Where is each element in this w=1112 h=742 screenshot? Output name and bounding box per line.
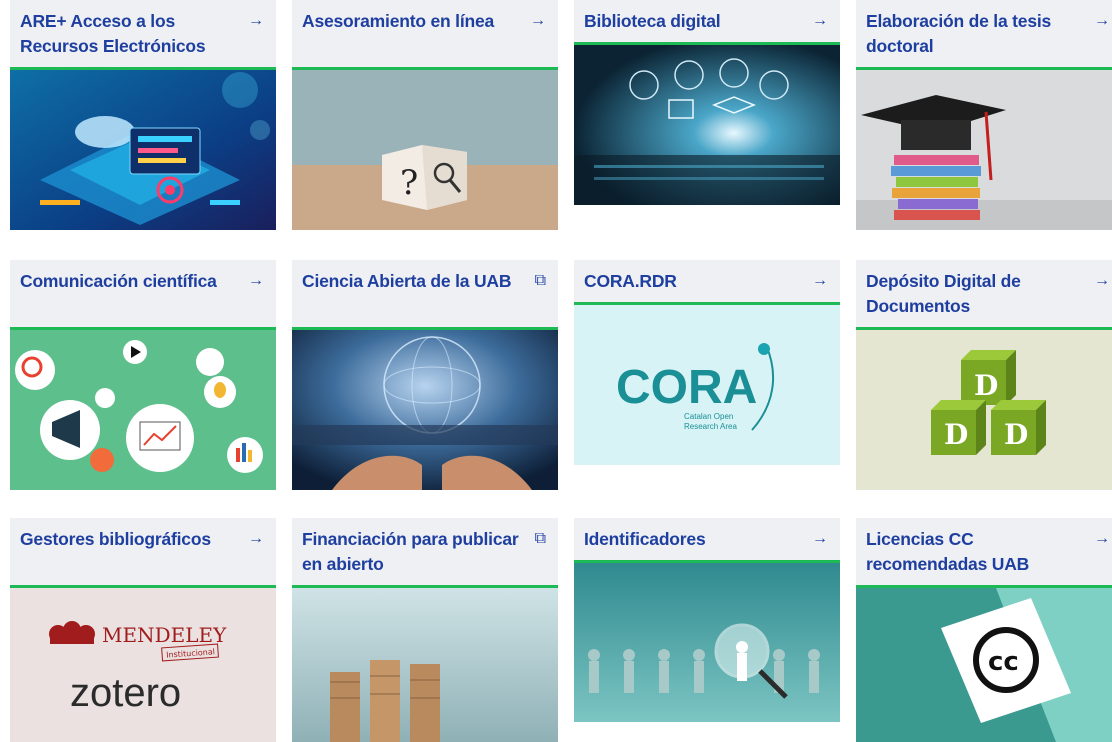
card-title: Identificadores	[584, 529, 706, 549]
cc-logo: cc	[988, 647, 1019, 677]
arrow-right-icon: →	[1094, 272, 1110, 289]
arrow-right-icon: →	[530, 12, 546, 29]
card-title: Comunicación científica	[20, 271, 217, 291]
card-header: Ciencia Abierta de la UAB ⧉	[292, 260, 558, 330]
arrow-right-icon: →	[248, 530, 264, 547]
card-header: Biblioteca digital →	[574, 0, 840, 45]
card-title: Ciencia Abierta de la UAB	[302, 271, 512, 291]
card-image-coin-stacks	[292, 588, 558, 742]
block-letter-top: D	[974, 369, 998, 402]
card-image-open-science-globe	[292, 330, 558, 490]
arrow-right-icon: →	[248, 272, 264, 289]
arrow-right-icon: →	[1094, 12, 1110, 29]
card-header: Depósito Digital de Documentos →	[856, 260, 1112, 330]
card-header: Asesoramiento en línea →	[292, 0, 558, 70]
block-letter-left: D	[944, 418, 968, 451]
card-image-reference-managers: MENDELEY Institucional zotero	[10, 588, 276, 742]
mendeley-logo: MENDELEY	[102, 623, 227, 647]
card-image-graduation-cap	[856, 70, 1112, 230]
card-title: ARE+ Acceso a los Recursos Electrónicos	[20, 11, 206, 56]
card-ciencia-abierta[interactable]: Ciencia Abierta de la UAB ⧉	[292, 260, 558, 490]
block-letter-right: D	[1004, 418, 1028, 451]
card-deposito-digital[interactable]: Depósito Digital de Documentos → D D D	[856, 260, 1112, 490]
card-are-plus[interactable]: ARE+ Acceso a los Recursos Electrónicos …	[10, 0, 276, 230]
arrow-right-icon: →	[1094, 530, 1110, 547]
zotero-logo: zotero	[70, 671, 181, 715]
card-comunicacion-cientifica[interactable]: Comunicación científica →	[10, 260, 276, 490]
card-image-cora-logo: CORA Catalan Open Research Area	[574, 305, 840, 465]
card-header: Financiación para publicar en abierto ⧉	[292, 518, 558, 588]
card-title: Depósito Digital de Documentos	[866, 271, 1021, 316]
question-mark: ?	[400, 163, 418, 203]
arrow-right-icon: →	[812, 12, 828, 29]
cora-logo-text: CORA	[616, 361, 757, 414]
card-header: ARE+ Acceso a los Recursos Electrónicos …	[10, 0, 276, 70]
card-header: Comunicación científica →	[10, 260, 276, 330]
card-header: CORA.RDR →	[574, 260, 840, 305]
arrow-right-icon: →	[812, 530, 828, 547]
arrow-right-icon: →	[248, 12, 264, 29]
card-title: Asesoramiento en línea	[302, 11, 495, 31]
card-header: Elaboración de la tesis doctoral →	[856, 0, 1112, 70]
card-image-question-cube: ?	[292, 70, 558, 230]
card-image-creative-commons: cc	[856, 588, 1112, 742]
card-image-digital-library	[574, 45, 840, 205]
card-financiacion[interactable]: Financiación para publicar en abierto ⧉	[292, 518, 558, 742]
card-header: Gestores bibliográficos →	[10, 518, 276, 588]
external-link-icon: ⧉	[534, 530, 546, 547]
card-header: Identificadores →	[574, 518, 840, 563]
card-image-ddd-blocks: D D D	[856, 330, 1112, 490]
card-cora-rdr[interactable]: CORA.RDR → CORA Catalan Open Research Ar…	[574, 260, 840, 465]
external-link-icon: ⧉	[534, 272, 546, 289]
card-biblioteca-digital[interactable]: Biblioteca digital →	[574, 0, 840, 205]
card-title: CORA.RDR	[584, 271, 677, 291]
card-image-electronic-resources	[10, 70, 276, 230]
card-tesis-doctoral[interactable]: Elaboración de la tesis doctoral →	[856, 0, 1112, 230]
card-asesoramiento[interactable]: Asesoramiento en línea → ?	[292, 0, 558, 230]
card-gestores-bibliograficos[interactable]: Gestores bibliográficos → MENDELEY Insti…	[10, 518, 276, 742]
card-licencias-cc[interactable]: Licencias CC recomendadas UAB → cc	[856, 518, 1112, 742]
card-title: Biblioteca digital	[584, 11, 721, 31]
card-title: Licencias CC recomendadas UAB	[866, 529, 1030, 574]
card-title: Elaboración de la tesis doctoral	[866, 11, 1052, 56]
cora-subtitle-1: Catalan Open	[684, 412, 733, 421]
card-title: Financiación para publicar en abierto	[302, 529, 519, 574]
card-title: Gestores bibliográficos	[20, 529, 211, 549]
card-header: Licencias CC recomendadas UAB →	[856, 518, 1112, 588]
card-identificadores[interactable]: Identificadores →	[574, 518, 840, 722]
arrow-right-icon: →	[812, 272, 828, 289]
card-image-identifier-magnifier	[574, 563, 840, 722]
card-image-scientific-communication	[10, 330, 276, 490]
cora-subtitle-2: Research Area	[684, 422, 737, 431]
